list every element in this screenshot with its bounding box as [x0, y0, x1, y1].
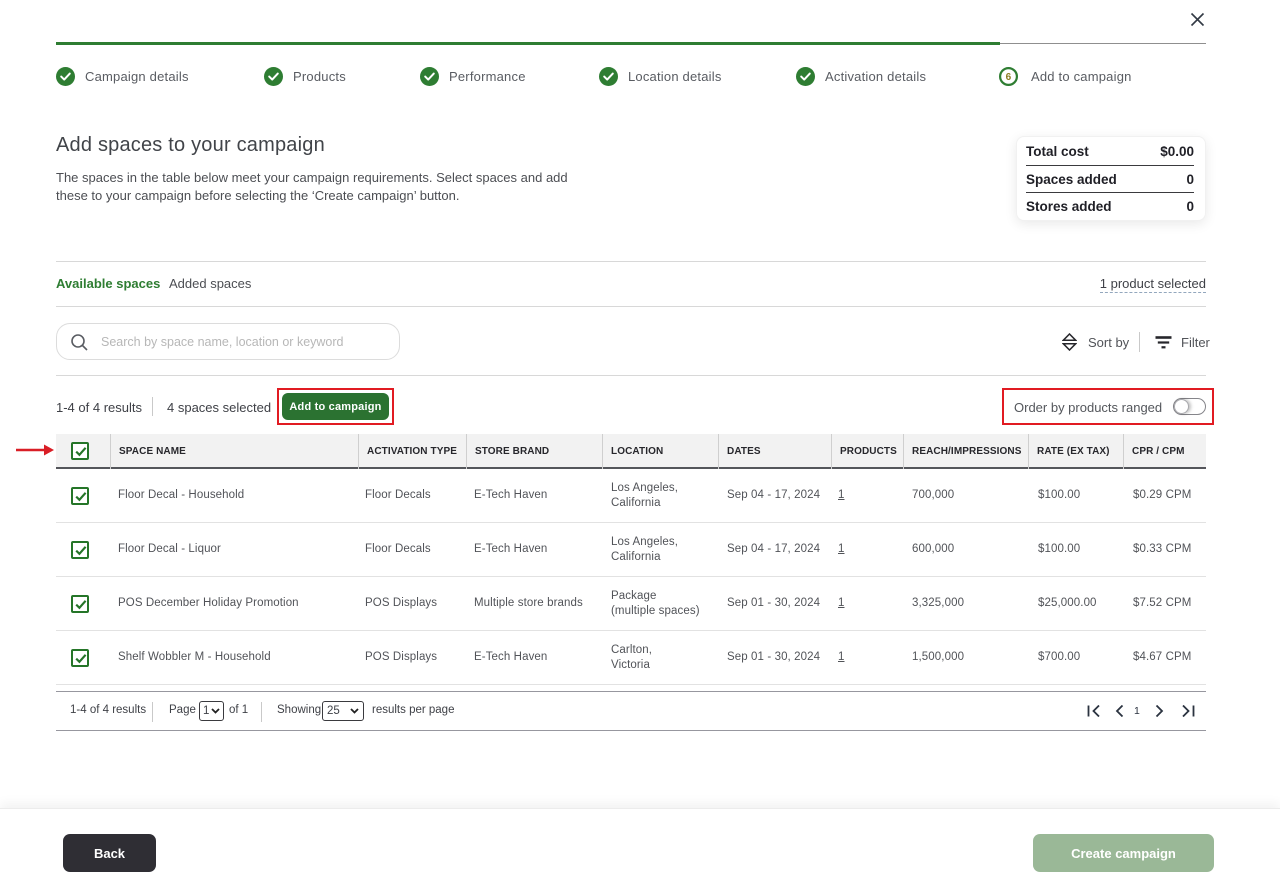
- svg-text:6: 6: [1006, 72, 1012, 83]
